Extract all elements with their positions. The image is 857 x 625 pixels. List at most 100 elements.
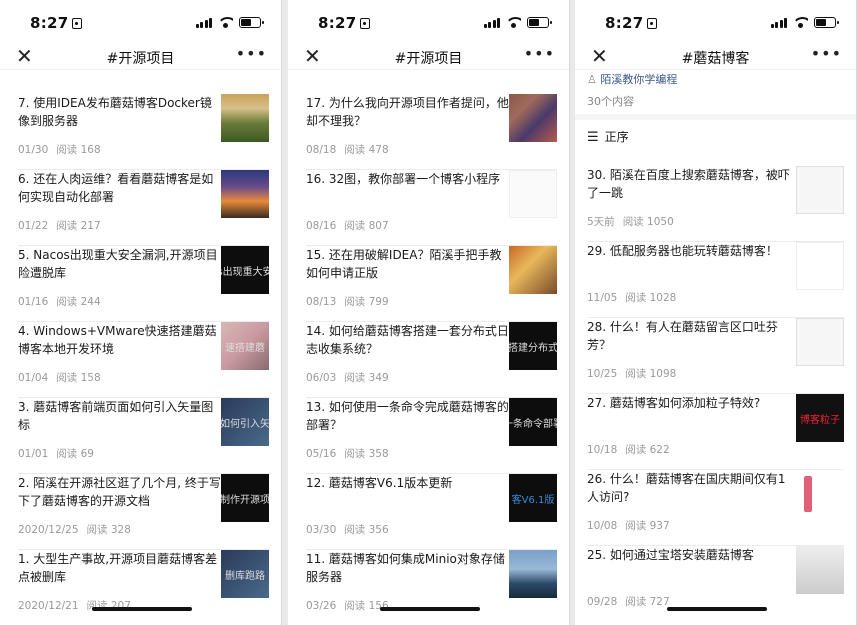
item-thumbnail (509, 550, 557, 598)
phone-screen-3: 8:27 ✕ #蘑菇博客 ••• ♙ 陌溪教你学编程 30个内容 ☰ 正序 30.… (575, 0, 857, 625)
list-item[interactable]: 11. 蘑菇博客如何集成Minio对象存储服务器 03/26 阅读 156 (306, 550, 557, 625)
thumbnail-text: 删库跑路 (225, 570, 265, 582)
item-date: 03/30 (306, 524, 337, 536)
item-meta: 03/30 阅读 356 (306, 522, 389, 537)
sort-order-icon: ☰ (587, 130, 599, 145)
item-title: 11. 蘑菇博客如何集成Minio对象存储服务器 (306, 552, 505, 584)
list-item[interactable]: 28. 什么！有人在蘑菇留言区口吐芬芳？ 10/25 阅读 1098 (587, 318, 844, 394)
item-reads: 阅读 478 (344, 144, 389, 156)
list-item[interactable]: 7. 使用IDEA发布蘑菇博客Docker镜像到服务器 01/30 阅读 168 (18, 94, 269, 170)
item-date: 01/30 (18, 144, 49, 156)
item-meta: 10/08 阅读 937 (587, 518, 670, 533)
item-thumbnail: 速搭建蘑 (221, 322, 269, 370)
item-meta: 5天前 阅读 1050 (587, 214, 674, 229)
item-date: 01/22 (18, 220, 49, 232)
item-reads: 阅读 1098 (625, 368, 677, 380)
item-reads: 阅读 69 (56, 448, 94, 460)
home-indicator[interactable] (667, 607, 767, 611)
item-reads: 阅读 1028 (625, 292, 677, 304)
item-reads: 阅读 358 (344, 448, 389, 460)
item-title: 28. 什么！有人在蘑菇留言区口吐芬芳？ (587, 320, 778, 352)
item-date: 5天前 (587, 216, 615, 228)
item-reads: 阅读 217 (56, 220, 101, 232)
list-item[interactable]: 3. 蘑菇博客前端页面如何引入矢量图标 01/01 阅读 69 如何引入矢 (18, 398, 269, 474)
item-thumbnail (796, 242, 844, 290)
nav-bar: ✕ #开源项目 ••• (288, 44, 569, 70)
item-thumbnail: 删库跑路 (221, 550, 269, 598)
item-date: 10/08 (587, 520, 618, 532)
item-thumbnail: 制作开源项 (221, 474, 269, 522)
more-icon[interactable]: ••• (524, 44, 555, 63)
list-item[interactable]: 17. 为什么我向开源项目作者提问，他却不理我？ 08/18 阅读 478 (306, 94, 557, 170)
item-thumbnail: 一条命令部署 (509, 398, 557, 446)
list-item[interactable]: 1. 大型生产事故,开源项目蘑菇博客差点被删库 2020/12/21 阅读 207… (18, 550, 269, 625)
list-item[interactable]: 15. 还在用破解IDEA？陌溪手把手教如何申请正版 08/13 阅读 799 (306, 246, 557, 322)
item-title: 25. 如何通过宝塔安装蘑菇博客 (587, 548, 754, 562)
author-link[interactable]: ♙ 陌溪教你学编程 (587, 71, 677, 87)
item-title: 15. 还在用破解IDEA？陌溪手把手教如何申请正版 (306, 248, 502, 280)
item-title: 17. 为什么我向开源项目作者提问，他却不理我？ (306, 96, 509, 128)
more-icon[interactable]: ••• (236, 44, 267, 63)
thumbnail-text: 客V6.1版 (511, 494, 555, 506)
item-thumbnail (796, 546, 844, 594)
list-item[interactable]: 27. 蘑菇博客如何添加粒子特效? 10/18 阅读 622 博客粒子 (587, 394, 844, 470)
item-meta: 10/18 阅读 622 (587, 442, 670, 457)
item-reads: 阅读 168 (56, 144, 101, 156)
item-title: 3. 蘑菇博客前端页面如何引入矢量图标 (18, 400, 214, 432)
thumbnail-text: 博客粒子 (800, 414, 840, 426)
home-indicator[interactable] (92, 607, 192, 611)
item-date: 03/26 (306, 600, 337, 612)
status-icons (770, 16, 839, 28)
item-title: 7. 使用IDEA发布蘑菇博客Docker镜像到服务器 (18, 96, 212, 128)
thumbnail-text: 速搭建蘑 (225, 342, 265, 354)
signal-icon (770, 17, 787, 28)
item-title: 16. 32图，教你部署一个博客小程序 (306, 172, 501, 186)
status-bar: 8:27 (0, 0, 281, 44)
list-item[interactable]: 16. 32图，教你部署一个博客小程序 08/16 阅读 807 (306, 170, 557, 246)
list-item[interactable]: 5. Nacos出现重大安全漏洞,开源项目险遭脱库 01/16 阅读 244 s出… (18, 246, 269, 322)
item-title: 26. 什么！蘑菇博客在国庆期间仅有1人访问? (587, 472, 786, 504)
wifi-icon (506, 16, 521, 28)
list-item[interactable]: 4. Windows+VMware快速搭建蘑菇博客本地开发环境 01/04 阅读 … (18, 322, 269, 398)
item-reads: 阅读 622 (625, 444, 670, 456)
item-thumbnail: 如何引入矢 (221, 398, 269, 446)
item-date: 08/18 (306, 144, 337, 156)
orientation-lock-icon (71, 18, 82, 29)
list-item[interactable]: 6. 还在人肉运维？看看蘑菇博客是如何实现自动化部署 01/22 阅读 217 (18, 170, 269, 246)
nav-bar: ✕ #开源项目 ••• (0, 44, 281, 70)
list-item[interactable]: 14. 如何给蘑菇博客搭建一套分布式日志收集系统？ 06/03 阅读 349 搭建… (306, 322, 557, 398)
list-item[interactable]: 26. 什么！蘑菇博客在国庆期间仅有1人访问? 10/08 阅读 937 (587, 470, 844, 546)
phone-screen-1: 8:27 ✕ #开源项目 ••• 7. 使用IDEA发布蘑菇博客Docker镜像… (0, 0, 282, 625)
item-meta: 08/13 阅读 799 (306, 294, 389, 309)
screens: 8:27 ✕ #开源项目 ••• 7. 使用IDEA发布蘑菇博客Docker镜像… (0, 0, 857, 625)
item-meta: 10/25 阅读 1098 (587, 366, 676, 381)
list-item[interactable]: 13. 如何使用一条命令完成蘑菇博客的部署？ 05/16 阅读 358 一条命令部… (306, 398, 557, 474)
item-reads: 阅读 799 (344, 296, 389, 308)
item-title: 14. 如何给蘑菇博客搭建一套分布式日志收集系统？ (306, 324, 509, 356)
item-thumbnail: 客V6.1版 (509, 474, 557, 522)
item-date: 11/05 (587, 292, 618, 304)
home-indicator[interactable] (380, 607, 480, 611)
item-date: 08/13 (306, 296, 337, 308)
item-date: 01/16 (18, 296, 49, 308)
item-meta: 06/03 阅读 349 (306, 370, 389, 385)
item-title: 29. 低配服务器也能玩转蘑菇博客！ (587, 244, 778, 258)
item-thumbnail (796, 318, 844, 366)
more-icon[interactable]: ••• (811, 44, 842, 63)
item-meta: 2020/12/25 阅读 328 (18, 522, 131, 537)
item-date: 05/16 (306, 448, 337, 460)
sort-order-toggle[interactable]: ☰ 正序 (587, 128, 629, 145)
thumbnail-text: 一条命令部署 (509, 418, 557, 430)
status-bar: 8:27 (575, 0, 856, 44)
item-reads: 阅读 244 (56, 296, 101, 308)
item-date: 09/28 (587, 596, 618, 608)
item-reads: 阅读 356 (344, 524, 389, 536)
list-item[interactable]: 2. 陌溪在开源社区逛了几个月, 终于写下了蘑菇博客的开源文档 2020/12/… (18, 474, 269, 550)
list-item[interactable]: 30. 陌溪在百度上搜索蘑菇博客，被吓了一跳 5天前 阅读 1050 (587, 166, 844, 242)
list-item[interactable]: 29. 低配服务器也能玩转蘑菇博客！ 11/05 阅读 1028 (587, 242, 844, 318)
list-item[interactable]: 12. 蘑菇博客V6.1版本更新 03/30 阅读 356 客V6.1版 (306, 474, 557, 550)
item-meta: 01/22 阅读 217 (18, 218, 101, 233)
wifi-icon (218, 16, 233, 28)
item-title: 5. Nacos出现重大安全漏洞,开源项目险遭脱库 (18, 248, 218, 280)
item-thumbnail (796, 470, 844, 518)
